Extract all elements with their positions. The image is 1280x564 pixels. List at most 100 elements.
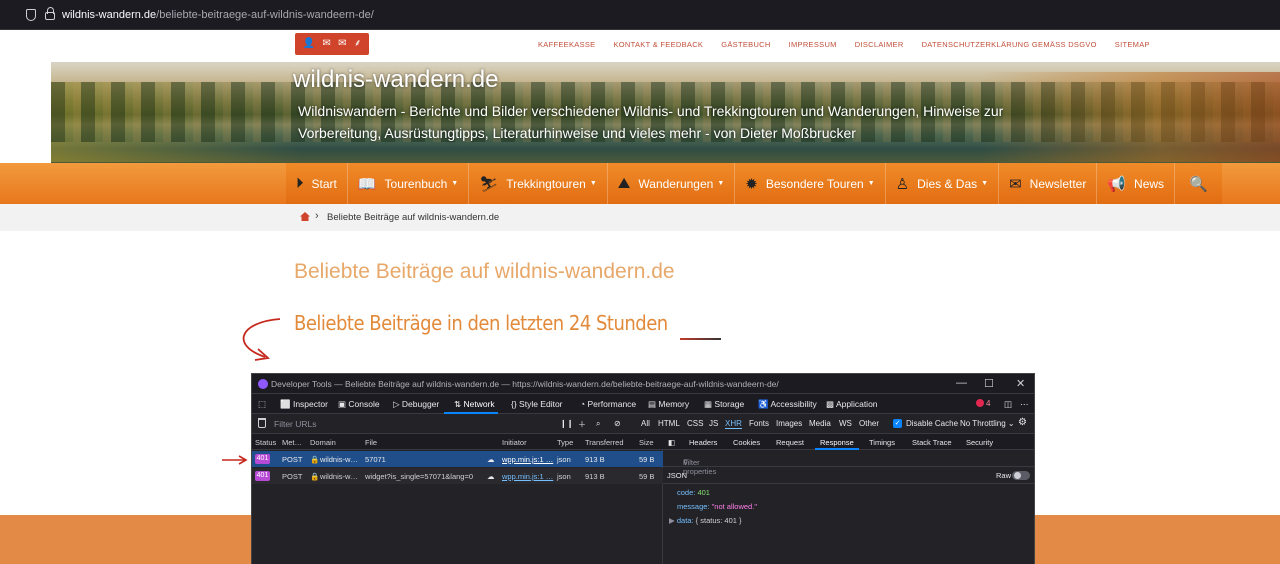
more-icon[interactable]: ⋯: [1020, 399, 1029, 410]
table-row[interactable]: 401 POST 🔒 wildnis-w… widget?is_single=5…: [252, 468, 663, 484]
url-text[interactable]: wildnis-wandern.de/beliebte-beitraege-au…: [62, 9, 374, 21]
tab-debugger[interactable]: ▷ Debugger: [393, 399, 439, 410]
menu-item-tourenbuch[interactable]: 📖 Tourenbuch ▼: [348, 163, 470, 204]
minimize-icon[interactable]: —: [956, 377, 967, 389]
plus-icon[interactable]: ＋: [578, 419, 586, 430]
detail-tab-cookies[interactable]: Cookies: [733, 438, 760, 447]
error-count[interactable]: 4: [986, 399, 990, 408]
menu-item-dies-das[interactable]: ♙ Dies & Das ▼: [886, 163, 1000, 204]
filter-fonts[interactable]: Fonts: [749, 419, 769, 428]
menu-item-newsletter[interactable]: ✉ Newsletter: [999, 163, 1098, 204]
filter-properties-input[interactable]: ⊽ Filter properties: [663, 450, 1034, 476]
tab-inspector[interactable]: ⬜ Inspector: [280, 399, 328, 410]
toplink-datenschutz[interactable]: DATENSCHUTZERKLÄRUNG GEMÄSS DSGVO: [922, 40, 1097, 49]
menu-item-besondere-touren[interactable]: ✹ Besondere Touren ▼: [735, 163, 886, 204]
toplink-sitemap[interactable]: SITEMAP: [1115, 40, 1150, 49]
filter-other[interactable]: Other: [859, 419, 879, 428]
chevron-down-icon: ▼: [981, 180, 989, 187]
block-icon[interactable]: ⊘: [614, 419, 621, 428]
col-type[interactable]: Type: [557, 438, 573, 447]
mail-icon[interactable]: ✉: [338, 39, 346, 49]
tab-accessibility[interactable]: ♿ Accessibility: [758, 399, 817, 410]
wheat-icon[interactable]: ⸙: [354, 39, 362, 49]
envelope-icon: ✉: [1009, 175, 1022, 193]
raw-toggle[interactable]: [1012, 471, 1030, 480]
filter-images[interactable]: Images: [776, 419, 802, 428]
lock-icon[interactable]: [45, 7, 55, 20]
disable-cache-label[interactable]: Disable Cache: [906, 419, 958, 428]
site-title[interactable]: wildnis-wandern.de: [293, 66, 498, 94]
filter-urls-input[interactable]: Filter URLs: [274, 419, 317, 429]
pick-element-icon[interactable]: ⬚: [258, 399, 266, 410]
tab-label: Debugger: [401, 399, 440, 409]
tracking-shield-icon[interactable]: [26, 9, 36, 21]
filter-html[interactable]: HTML: [658, 419, 680, 428]
col-method[interactable]: Met…: [282, 438, 302, 447]
mail-icon[interactable]: ✉: [322, 39, 330, 49]
menu-label: Wanderungen: [638, 176, 714, 191]
user-icon[interactable]: 👤: [303, 39, 315, 49]
detail-tab-timings[interactable]: Timings: [869, 438, 895, 447]
divider: [680, 338, 721, 340]
col-transferred[interactable]: Transferred: [585, 438, 624, 447]
json-value: { status: 401 }: [695, 516, 742, 525]
toplink-gaestebuch[interactable]: GÄSTEBUCH: [721, 40, 770, 49]
dock-icon[interactable]: ◫: [1004, 399, 1012, 410]
tab-label: Storage: [714, 399, 745, 409]
disable-cache-checkbox[interactable]: ✓: [893, 419, 902, 428]
tab-performance[interactable]: ◔ Performance: [580, 399, 636, 409]
filter-xhr[interactable]: XHR: [725, 419, 742, 429]
error-icon[interactable]: [976, 399, 984, 407]
detail-tab-request[interactable]: Request: [776, 438, 804, 447]
tab-console[interactable]: ▣ Console: [338, 399, 380, 410]
toplink-impressum[interactable]: IMPRESSUM: [789, 40, 837, 49]
menu-label: Newsletter: [1029, 176, 1087, 191]
pause-icon[interactable]: ❙❙: [560, 419, 573, 428]
col-status[interactable]: Status: [255, 438, 276, 447]
menu-item-wanderungen[interactable]: ⛰ Wanderungen ▼: [608, 163, 736, 204]
menu-item-news[interactable]: 📢 News: [1097, 163, 1176, 204]
trash-icon[interactable]: [258, 418, 266, 428]
filter-css[interactable]: CSS: [687, 419, 703, 428]
filter-media[interactable]: Media: [809, 419, 831, 428]
tab-storage[interactable]: ▦ Storage: [704, 399, 744, 410]
tab-style-editor[interactable]: {} Style Editor: [511, 399, 563, 409]
browser-url-bar[interactable]: wildnis-wandern.de/beliebte-beitraege-au…: [0, 0, 1280, 30]
menu-search-button[interactable]: 🔍: [1175, 163, 1222, 204]
devtools-titlebar: Developer Tools — Beliebte Beiträge auf …: [252, 374, 1034, 394]
detail-tab-response[interactable]: Response: [820, 438, 854, 447]
request-initiator[interactable]: wpp.min.js:1 …: [502, 455, 553, 464]
col-size[interactable]: Size: [639, 438, 654, 447]
menu-item-start[interactable]: ⏵ Start: [286, 163, 348, 204]
expand-arrow-icon[interactable]: ▶: [669, 516, 677, 525]
table-row[interactable]: 401 POST 🔒 wildnis-w… 57071 ☁ wpp.min.js…: [252, 451, 663, 467]
toplink-kontakt[interactable]: KONTAKT & FEEDBACK: [614, 40, 704, 49]
menu-item-trekkingtouren[interactable]: ⛷ Trekkingtouren ▼: [469, 163, 608, 204]
request-initiator[interactable]: wpp.min.js:1 …: [502, 472, 553, 481]
toplink-disclaimer[interactable]: DISCLAIMER: [855, 40, 904, 49]
throttling-select[interactable]: No Throttling ⌄: [960, 419, 1015, 428]
tab-network[interactable]: ⇅ Network: [454, 399, 495, 410]
filter-all[interactable]: All: [641, 419, 650, 428]
search-icon[interactable]: ⌕: [596, 419, 600, 429]
close-icon[interactable]: ✕: [1016, 377, 1025, 390]
detail-tab-security[interactable]: Security: [966, 438, 993, 447]
detail-tab-headers[interactable]: Headers: [689, 438, 717, 447]
request-transferred: 913 B: [585, 455, 605, 464]
tab-application[interactable]: ▩ Application: [826, 399, 878, 410]
maximize-icon[interactable]: ☐: [984, 377, 994, 390]
col-initiator[interactable]: Initiator: [502, 438, 527, 447]
toggle-sidebar-icon[interactable]: ◧: [668, 438, 675, 447]
col-file[interactable]: File: [365, 438, 377, 447]
col-domain[interactable]: Domain: [310, 438, 336, 447]
settings-gear-icon[interactable]: ⚙: [1018, 417, 1027, 428]
section-heading: Beliebte Beiträge in den letzten 24 Stun…: [294, 311, 668, 335]
filter-ws[interactable]: WS: [839, 419, 852, 428]
devtools-window: Developer Tools — Beliebte Beiträge auf …: [251, 373, 1035, 564]
toplink-kaffeekasse[interactable]: KAFFEEKASSE: [538, 40, 596, 49]
json-line-data[interactable]: ▶ data: { status: 401 }: [669, 516, 742, 525]
detail-tab-stack-trace[interactable]: Stack Trace: [912, 438, 952, 447]
tab-memory[interactable]: ▤ Memory: [648, 399, 689, 410]
filter-js[interactable]: JS: [709, 419, 718, 428]
home-icon[interactable]: [300, 212, 310, 221]
